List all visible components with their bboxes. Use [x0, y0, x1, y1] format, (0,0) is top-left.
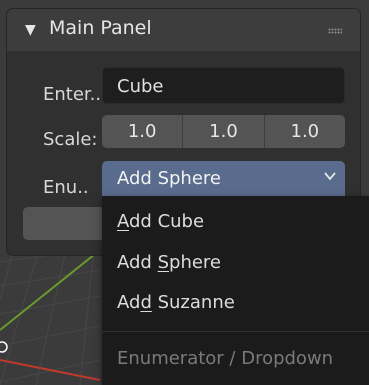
- enum-label: Enu..: [43, 177, 89, 198]
- enum-selected-value: Add Sphere: [117, 168, 221, 189]
- scale-z-field[interactable]: 1.0: [265, 115, 345, 148]
- menu-item-add-suzanne[interactable]: Add Suzanne: [117, 292, 235, 313]
- drag-grip-icon[interactable]: [328, 28, 342, 34]
- scale-vector-field: 1.0 1.0 1.0: [102, 115, 345, 148]
- enum-dropdown-button[interactable]: Add Sphere: [102, 161, 345, 196]
- scale-x-field[interactable]: 1.0: [102, 115, 184, 148]
- enum-dropdown-menu: Add Cube Add Sphere Add Suzanne Enumerat…: [102, 196, 369, 385]
- menu-item-add-cube[interactable]: Add Cube: [117, 211, 204, 232]
- y-axis-line: [0, 249, 101, 331]
- panel-title: Main Panel: [49, 17, 152, 39]
- triangle-down-icon[interactable]: ▼: [25, 22, 36, 38]
- panel-header[interactable]: ▼ Main Panel: [7, 9, 360, 51]
- text-field-label: Enter..: [43, 84, 102, 105]
- chevron-down-icon: [324, 172, 336, 181]
- menu-item-add-sphere[interactable]: Add Sphere: [117, 252, 221, 273]
- menu-footer-label: Enumerator / Dropdown: [117, 348, 334, 369]
- scale-y-field[interactable]: 1.0: [183, 115, 265, 148]
- menu-separator: [102, 331, 369, 332]
- text-input[interactable]: Cube: [102, 67, 345, 104]
- scale-label: Scale:: [43, 129, 98, 150]
- origin-marker-icon: [0, 341, 8, 353]
